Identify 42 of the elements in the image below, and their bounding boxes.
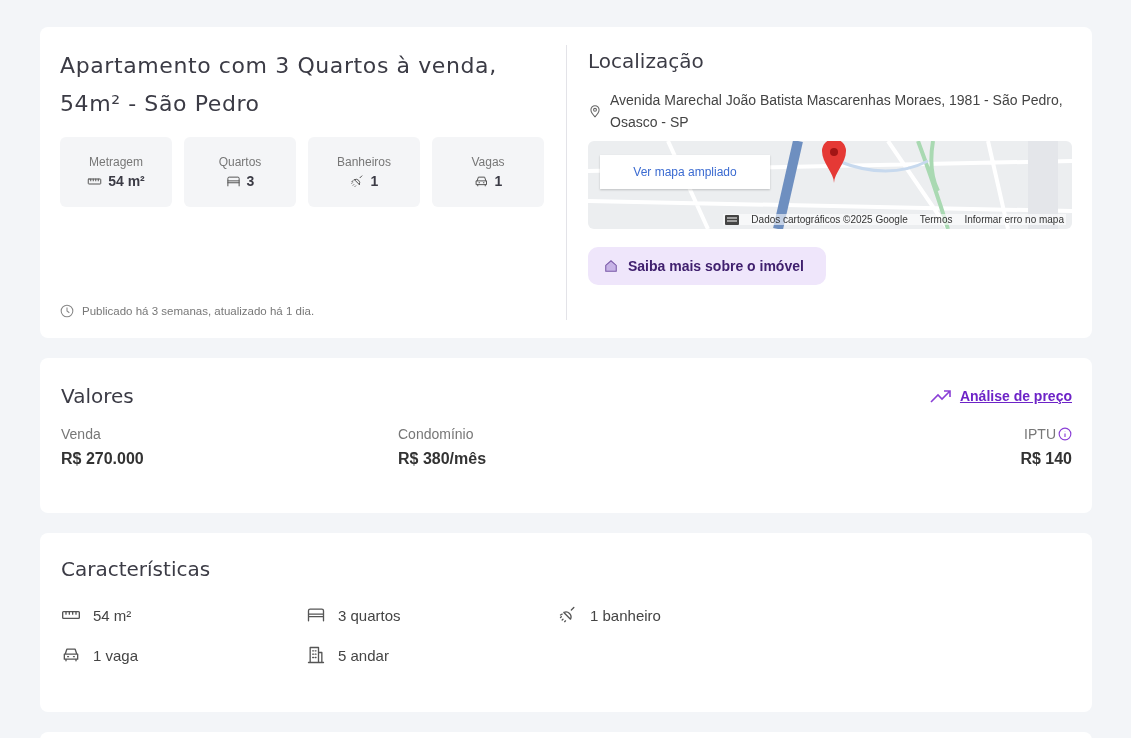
learn-more-button[interactable]: Saiba mais sobre o imóvel [588, 247, 826, 285]
stat-label: Vagas [471, 155, 505, 169]
stat-value: 3 [246, 173, 255, 189]
feature-label: 3 quartos [338, 606, 401, 624]
stat-label: Quartos [218, 155, 262, 169]
terms-link[interactable]: Termos [919, 214, 953, 225]
stat-value: 54 m² [108, 173, 145, 189]
stat-label: Metragem [89, 155, 143, 169]
report-error-link[interactable]: Informar erro no mapa [964, 214, 1064, 225]
listing-title: Apartamento com 3 Quartos à venda, 54m² - São Pedro [60, 52, 498, 118]
stat-value: 1 [494, 173, 503, 189]
feature-label: 1 vaga [93, 646, 139, 664]
keyboard-icon[interactable] [725, 214, 740, 225]
published-text: Publicado há 3 semanas, atualizado há 1 dia. [82, 305, 315, 317]
section-title: Valores [61, 384, 134, 408]
map-attribution: Dados cartográficos ©2025 Google [751, 214, 908, 225]
section-title: Características [61, 557, 212, 581]
value-label: Venda [61, 426, 101, 442]
clock-icon [60, 304, 74, 318]
building-icon [306, 645, 326, 665]
trend-up-icon [929, 389, 952, 403]
bed-icon [225, 173, 241, 189]
section-title: Localização [588, 49, 705, 73]
feature-label: 5 andar [338, 646, 389, 664]
shower-icon [558, 605, 578, 625]
value-amount: R$ 140 [1020, 450, 1072, 468]
location-pin-icon [588, 104, 602, 118]
stat-value: 1 [370, 173, 379, 189]
car-icon [473, 173, 489, 189]
feature-label: 1 banheiro [590, 606, 661, 624]
enlarge-map-button[interactable]: Ver mapa ampliado [600, 155, 770, 189]
address-text: Avenida Marechal João Batista Mascarenhas Moraes, 1981 - São Pedro, Osasco - SP [610, 91, 1064, 132]
value-amount: R$ 380/mês [398, 450, 488, 468]
value-label: IPTU [1024, 426, 1056, 442]
value-amount: R$ 270.000 [61, 450, 145, 468]
stat-label: Banheiros [336, 155, 391, 169]
price-analysis-link[interactable]: Análise de preço [959, 388, 1072, 404]
house-icon [604, 259, 618, 273]
feature-label: 54 m² [93, 606, 132, 624]
info-icon[interactable] [1058, 427, 1072, 441]
shower-icon [349, 173, 365, 189]
value-label: Condomínio [398, 426, 474, 442]
